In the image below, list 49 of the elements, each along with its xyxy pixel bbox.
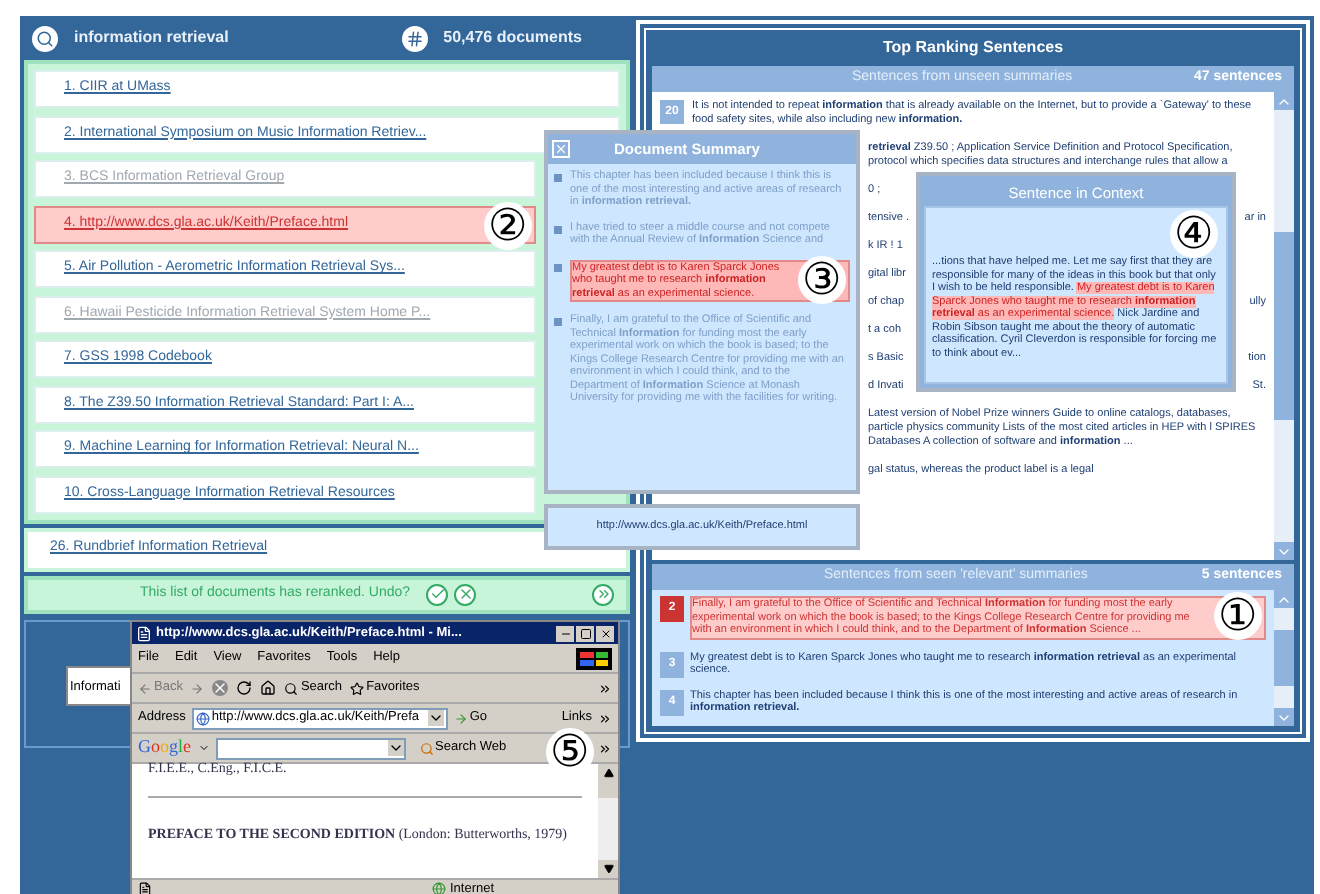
dropdown-icon[interactable] [427, 710, 444, 726]
bullet-icon [554, 263, 562, 271]
minimize-button[interactable] [556, 625, 574, 641]
back-arrow-icon [138, 681, 152, 695]
chevrons-icon[interactable] [598, 741, 612, 755]
search-icon [284, 681, 299, 695]
google-logo[interactable]: Google [138, 734, 192, 762]
scroll-up-icon[interactable] [603, 768, 613, 778]
globe-icon [195, 711, 210, 725]
close-button[interactable] [596, 625, 614, 641]
callout-number: ② [484, 201, 532, 249]
stop-icon[interactable] [212, 680, 229, 696]
hash-icon [405, 29, 424, 47]
chevrons-icon[interactable] [598, 681, 612, 695]
page-icon [136, 625, 152, 641]
scroll-thumb[interactable] [598, 782, 618, 798]
google-search-field[interactable] [215, 737, 406, 759]
search-icon[interactable] [36, 29, 54, 47]
globe-icon [432, 882, 446, 894]
scrollbar[interactable] [598, 764, 618, 878]
maximize-icon [579, 627, 591, 639]
bullet-icon [554, 174, 562, 182]
dropdown-icon[interactable] [387, 740, 404, 756]
close-icon[interactable] [552, 140, 570, 158]
cross-icon [457, 586, 474, 602]
forward-icon[interactable] [190, 681, 205, 695]
windows-logo-icon [576, 647, 612, 669]
page-icon [138, 882, 152, 894]
callout-number: ④ [1170, 210, 1218, 258]
star-icon [350, 681, 365, 695]
close-icon [599, 627, 611, 639]
search-icon [419, 741, 434, 755]
arrow-icon [453, 711, 468, 725]
scroll-down-icon[interactable] [603, 864, 613, 874]
chevrons-icon[interactable] [598, 711, 612, 725]
minimize-icon [559, 627, 571, 639]
panel-title: Top Ranking Sentences [880, 36, 1066, 60]
next-button[interactable] [592, 583, 614, 605]
document-count: 50,476 documents [443, 26, 582, 50]
chevrons-icon [595, 586, 611, 602]
query-text: information retrieval [74, 26, 229, 50]
confirm-button[interactable] [426, 583, 449, 605]
check-icon [429, 586, 446, 602]
bullet-icon [554, 225, 562, 233]
bullet-icon [554, 318, 562, 326]
refresh-icon[interactable] [236, 680, 253, 696]
undo-button[interactable] [454, 583, 477, 605]
home-icon[interactable] [260, 680, 277, 696]
maximize-button[interactable] [576, 625, 594, 641]
